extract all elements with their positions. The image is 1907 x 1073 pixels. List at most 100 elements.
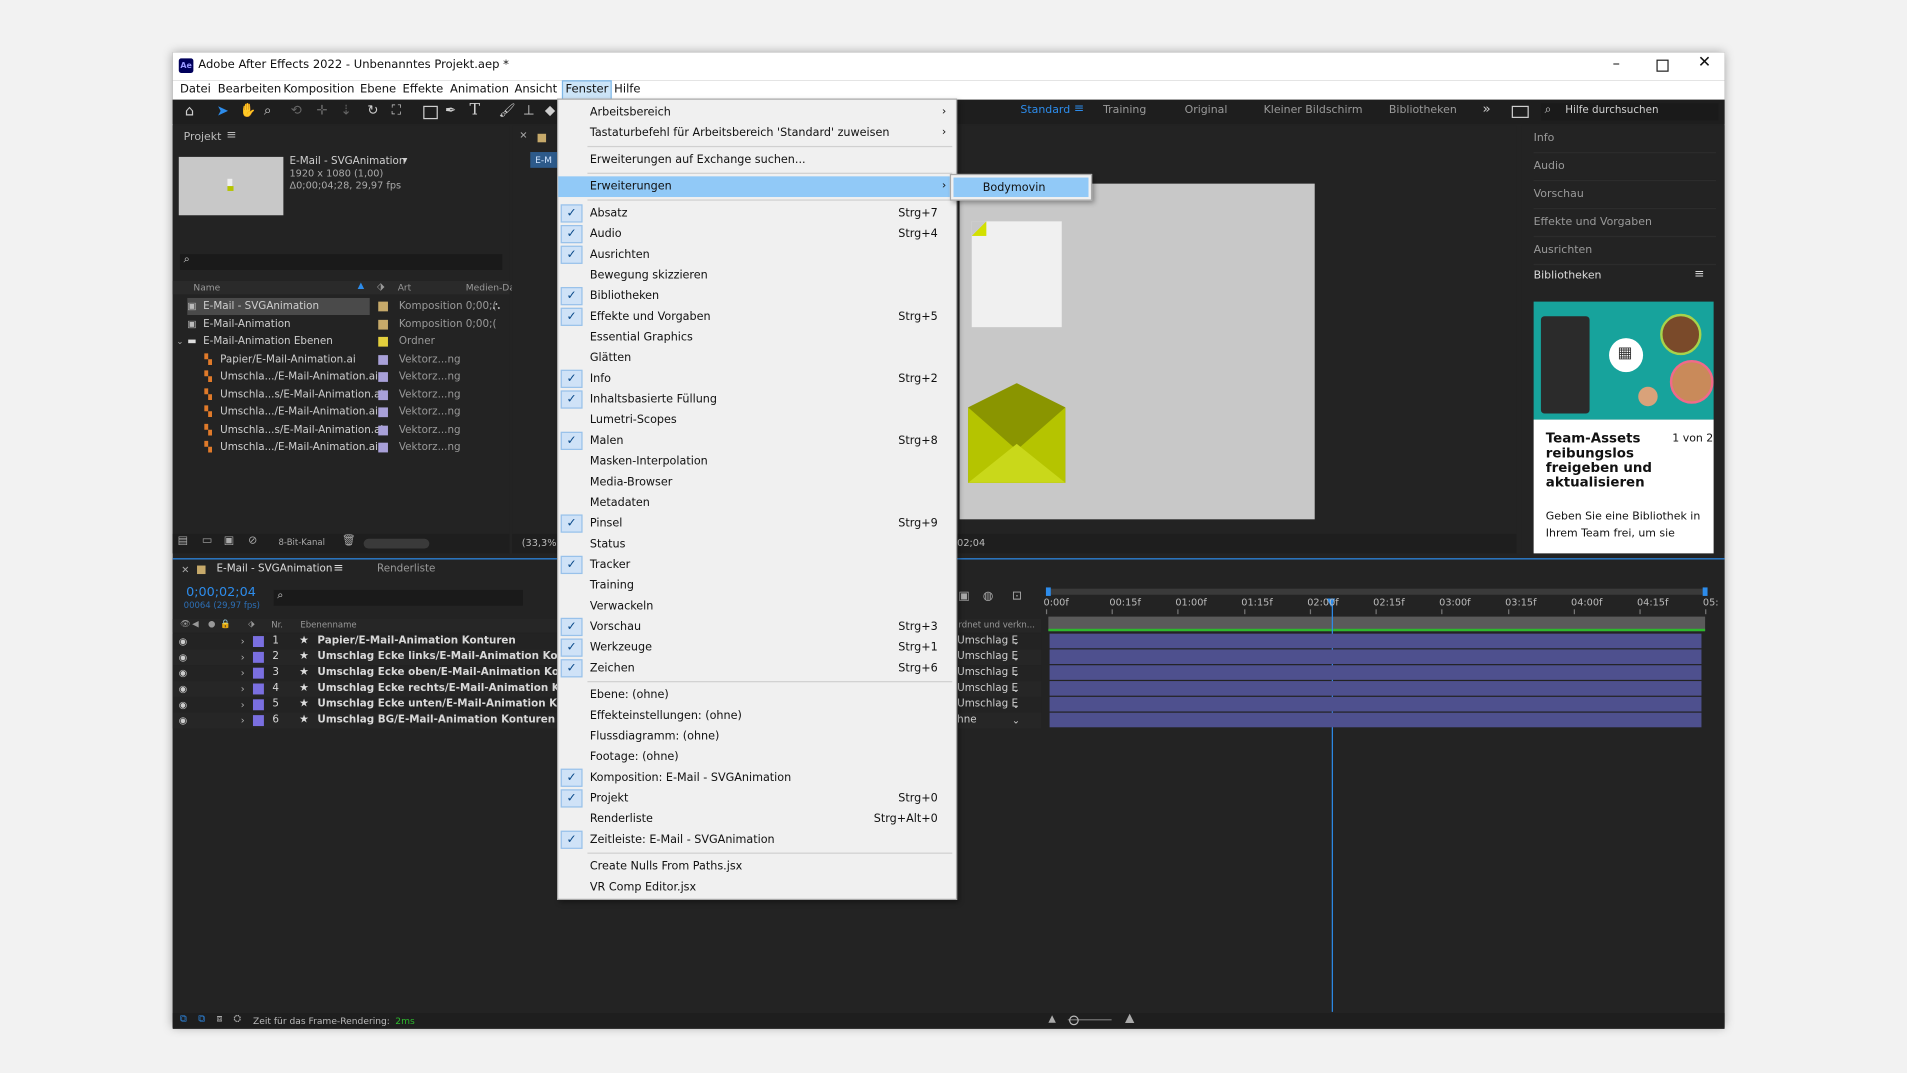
menu-item-komposition-e-mail-svganimation[interactable]: ✓ Komposition: E-Mail - SVGAnimation bbox=[558, 767, 956, 788]
libraries-menu-icon[interactable]: ≡ bbox=[1694, 268, 1704, 281]
workspace-original[interactable]: Original bbox=[1185, 105, 1228, 117]
panel-menu-icon[interactable]: ≡ bbox=[226, 129, 236, 142]
project-item[interactable]: ▚ Umschla...s/E-Mail-Animation.ai Vektorz.… bbox=[173, 421, 510, 438]
dolly-tool-icon[interactable]: ⇣ bbox=[341, 102, 352, 118]
menu-item-lumetri-scopes[interactable]: Lumetri-Scopes bbox=[558, 410, 956, 431]
label-swatch[interactable] bbox=[252, 699, 264, 711]
bit-depth[interactable]: 8-Bit-Kanal bbox=[279, 538, 325, 548]
menu-item-bewegung-skizzieren[interactable]: Bewegung skizzieren bbox=[558, 265, 956, 286]
project-search-input[interactable]: ⌕ bbox=[179, 254, 503, 270]
interpret-footage-icon[interactable]: ▤ bbox=[178, 535, 188, 547]
timecode[interactable]: 0;00;02;04 bbox=[186, 585, 256, 600]
rectangle-tool-icon[interactable] bbox=[423, 105, 438, 120]
workspace-libraries[interactable]: Bibliotheken bbox=[1389, 105, 1457, 117]
zoom-in-icon[interactable]: ▲ bbox=[1125, 1012, 1134, 1025]
parent-dropdown[interactable]: Umschlag E bbox=[957, 697, 1018, 713]
panel-effekte-und-vorgaben[interactable]: Effekte und Vorgaben bbox=[1533, 209, 1717, 238]
label-swatch[interactable] bbox=[378, 407, 388, 418]
menu-item-ausrichten[interactable]: ✓ Ausrichten bbox=[558, 244, 956, 265]
project-item[interactable]: ⌄ ▬ E-Mail-Animation Ebenen Ordner bbox=[173, 333, 510, 350]
toggle-modes-icon[interactable]: ⧉ bbox=[198, 1013, 205, 1025]
expand-arrow-icon[interactable]: › bbox=[241, 649, 245, 665]
label-swatch[interactable] bbox=[378, 372, 388, 382]
toggle-switches-icon[interactable]: ⧉ bbox=[180, 1013, 187, 1025]
menu-item-malen[interactable]: ✓ Malen Strg+8 bbox=[558, 431, 956, 452]
menu-item-renderliste[interactable]: Renderliste Strg+Alt+0 bbox=[558, 809, 956, 830]
timeline-search-input[interactable]: ⌕ bbox=[273, 589, 523, 606]
project-item[interactable]: ▣ E-Mail-Animation Komposition 0;00;( bbox=[173, 316, 510, 333]
pen-tool-icon[interactable]: ✒ bbox=[445, 102, 456, 118]
graph-editor-icon[interactable]: ⊡ bbox=[1012, 590, 1022, 603]
menu-item-bibliotheken[interactable]: ✓ Bibliotheken bbox=[558, 286, 956, 307]
layer-duration-bar[interactable] bbox=[1049, 665, 1702, 680]
delete-icon[interactable]: 🗑 bbox=[342, 535, 356, 547]
menu-item-metadaten[interactable]: Metadaten bbox=[558, 493, 956, 514]
expand-arrow-icon[interactable]: › bbox=[241, 697, 245, 713]
eye-icon[interactable]: ◉ bbox=[179, 649, 187, 665]
project-panel-title[interactable]: Projekt bbox=[184, 131, 222, 143]
pan-tool-icon[interactable]: ✛ bbox=[316, 102, 327, 118]
col-layer-name[interactable]: Ebenenname bbox=[300, 620, 356, 630]
col-media[interactable]: Medien-Da bbox=[466, 282, 515, 293]
panel-audio[interactable]: Audio bbox=[1533, 153, 1717, 182]
eye-icon[interactable]: ◉ bbox=[179, 697, 187, 713]
motion-blur-icon[interactable]: ◍ bbox=[983, 590, 994, 603]
libraries-title[interactable]: Bibliotheken bbox=[1534, 270, 1602, 282]
panel-vorschau[interactable]: Vorschau bbox=[1533, 181, 1717, 210]
menu-ansicht[interactable]: Ansicht bbox=[512, 81, 560, 98]
label-swatch[interactable] bbox=[378, 425, 388, 435]
parent-dropdown[interactable]: hne bbox=[957, 713, 976, 729]
menu-item-create-nulls-from-paths-jsx[interactable]: Create Nulls From Paths.jsx bbox=[558, 856, 956, 877]
layer-duration-bar[interactable] bbox=[1049, 696, 1702, 712]
label-swatch[interactable] bbox=[378, 319, 388, 329]
menu-item-vorschau[interactable]: ✓ Vorschau Strg+3 bbox=[558, 617, 956, 638]
menu-item-essential-graphics[interactable]: Essential Graphics bbox=[558, 327, 956, 348]
menu-item-footage-ohne[interactable]: Footage: (ohne) bbox=[558, 747, 956, 768]
label-swatch[interactable] bbox=[252, 667, 264, 679]
menu-datei[interactable]: Datei bbox=[178, 81, 214, 98]
workspace-standard[interactable]: Standard bbox=[1020, 105, 1070, 117]
flowchart-icon[interactable]: ⊘ bbox=[248, 535, 257, 547]
expand-arrow-icon[interactable]: › bbox=[241, 634, 245, 650]
viewer-close-icon[interactable]: ✕ bbox=[519, 130, 527, 141]
minimize-icon[interactable]: – bbox=[1613, 55, 1620, 72]
parent-dropdown[interactable]: Umschlag E bbox=[957, 649, 1018, 665]
zoom-slider-thumb[interactable] bbox=[1069, 1015, 1079, 1026]
parent-dropdown[interactable]: Umschlag E bbox=[957, 681, 1018, 697]
eye-icon[interactable]: ◉ bbox=[179, 665, 187, 681]
col-name[interactable]: Name bbox=[193, 282, 220, 293]
menu-animation[interactable]: Animation bbox=[448, 81, 512, 98]
parent-dropdown[interactable]: Umschlag E bbox=[957, 665, 1018, 681]
menu-item-zeichen[interactable]: ✓ Zeichen Strg+6 bbox=[558, 658, 956, 679]
label-swatch[interactable] bbox=[252, 651, 264, 663]
time-navigator[interactable] bbox=[1045, 587, 1708, 596]
menu-bearbeiten[interactable]: Bearbeiten bbox=[215, 81, 283, 98]
layer-duration-bar[interactable] bbox=[1049, 712, 1702, 728]
eye-icon[interactable]: ◉ bbox=[179, 713, 187, 729]
menu-item-effekteinstellungen-ohne[interactable]: Effekteinstellungen: (ohne) bbox=[558, 705, 956, 726]
eye-icon[interactable]: ◉ bbox=[179, 634, 187, 650]
layer-duration-bar[interactable] bbox=[1049, 649, 1702, 665]
label-swatch[interactable] bbox=[252, 636, 264, 648]
menu-item-vr-comp-editor-jsx[interactable]: VR Comp Editor.jsx bbox=[558, 877, 956, 898]
eraser-tool-icon[interactable]: ◆ bbox=[545, 102, 555, 118]
menu-hilfe[interactable]: Hilfe bbox=[612, 81, 643, 98]
label-swatch[interactable] bbox=[378, 389, 388, 400]
selection-tool-icon[interactable]: ➤ bbox=[216, 102, 228, 119]
workspace-training[interactable]: Training bbox=[1103, 105, 1146, 117]
menu-item-tastaturbefehl-für-arbeitsbereich-standard-zuweisen[interactable]: Tastaturbefehl für Arbeitsbereich 'Stand… bbox=[558, 123, 956, 144]
comp-info-dropdown-icon[interactable]: ▾ bbox=[403, 154, 408, 165]
zoom-tool-icon[interactable]: ⌕ bbox=[264, 102, 272, 119]
menu-item-media-browser[interactable]: Media-Browser bbox=[558, 472, 956, 493]
menu-item-verwackeln[interactable]: Verwackeln bbox=[558, 596, 956, 617]
menu-item-arbeitsbereich[interactable]: Arbeitsbereich › bbox=[558, 102, 956, 123]
menu-item-projekt[interactable]: ✓ Projekt Strg+0 bbox=[558, 788, 956, 809]
brush-tool-icon[interactable]: 🖌 bbox=[499, 102, 516, 118]
new-folder-icon[interactable]: ▭ bbox=[202, 535, 212, 547]
menu-item-zeitleiste-e-mail-svganimation[interactable]: ✓ Zeitleiste: E-Mail - SVGAnimation bbox=[558, 829, 956, 850]
draft-3d-icon[interactable]: ▣ bbox=[958, 590, 969, 603]
layer-duration-bar[interactable] bbox=[1049, 633, 1702, 649]
bodymovin-menu-item[interactable]: Bodymovin bbox=[953, 177, 1089, 198]
eye-icon[interactable]: ◉ bbox=[179, 681, 187, 697]
project-item[interactable]: ▚ Umschla.../E-Mail-Animation.ai Vektorz..… bbox=[173, 404, 510, 421]
